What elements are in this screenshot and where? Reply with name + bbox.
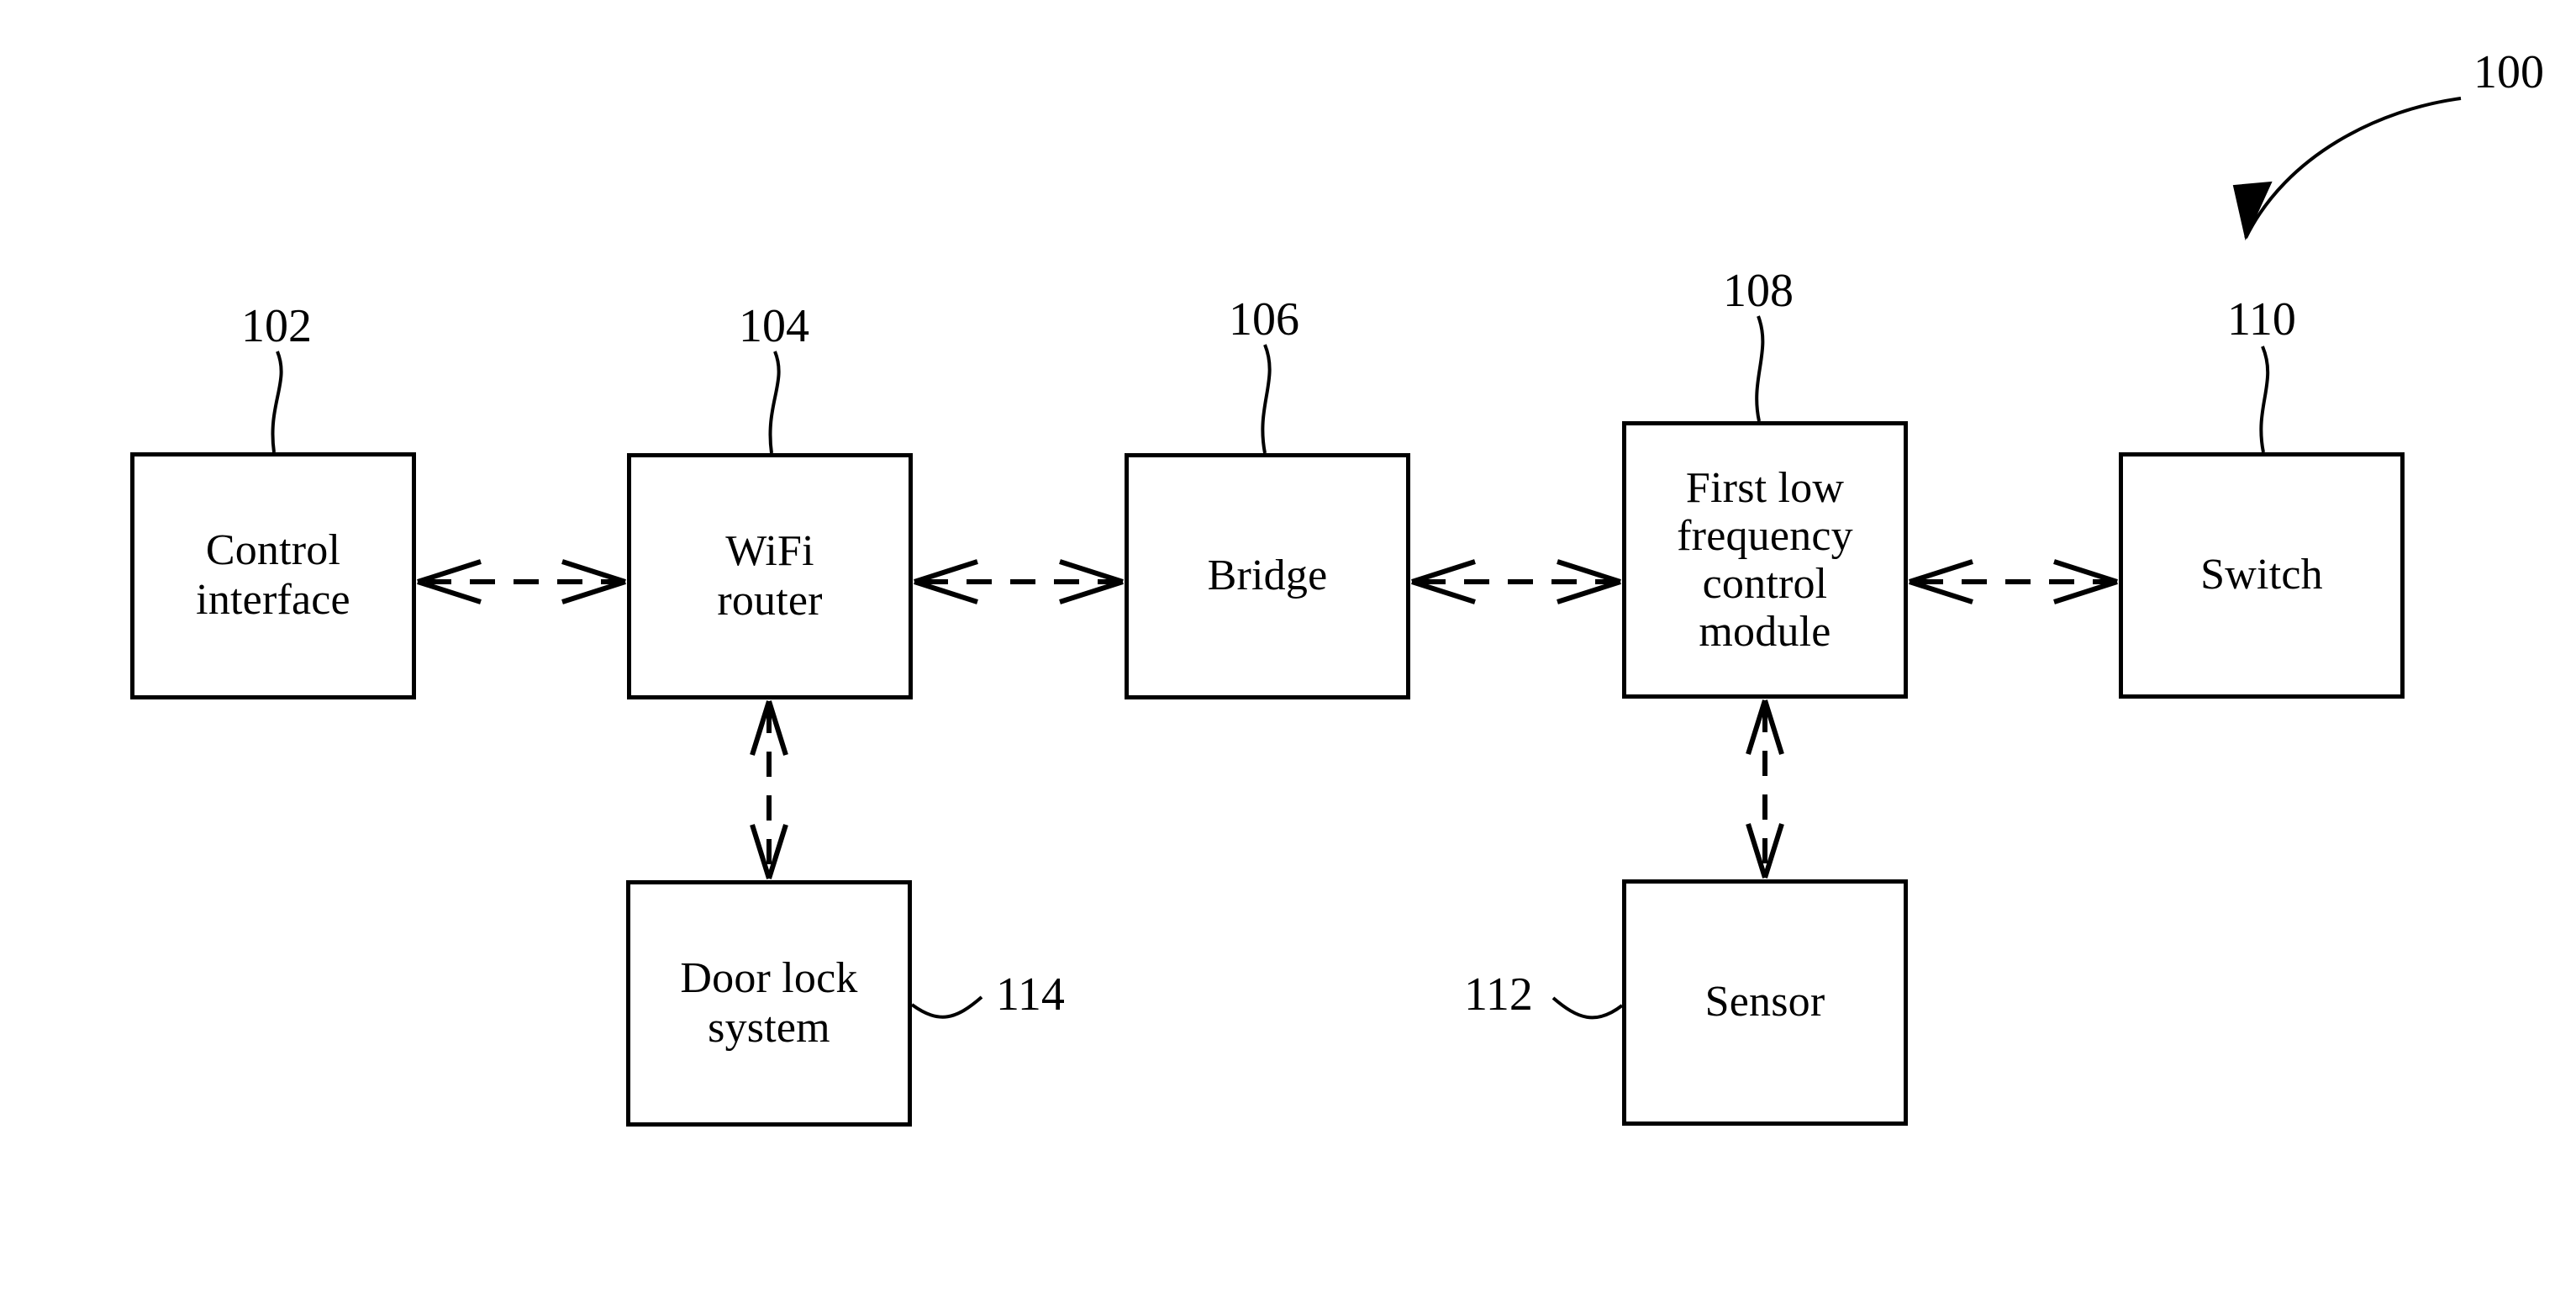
- connector-wifi-router-bridge: [914, 559, 1124, 604]
- reference-label-106: 106: [1229, 293, 1299, 346]
- leader-106: [1261, 344, 1272, 454]
- reference-label-112: 112: [1464, 968, 1533, 1021]
- connector-wifi-router-door-lock-system: [750, 700, 788, 879]
- leader-104: [768, 351, 781, 454]
- leader-102: [271, 351, 283, 453]
- figure-canvas: Control interface WiFi router Bridge Fir…: [0, 0, 2576, 1293]
- reference-label-110: 110: [2227, 293, 2296, 346]
- reference-label-108: 108: [1723, 265, 1794, 317]
- reference-label-104: 104: [739, 300, 809, 352]
- connector-control-interface-wifi-router: [417, 559, 626, 604]
- leader-100: [2232, 97, 2462, 241]
- connector-bridge-first-low-frequency-control-module: [1411, 559, 1621, 604]
- reference-label-102: 102: [241, 300, 312, 352]
- connector-first-low-frequency-control-module-sensor: [1746, 699, 1784, 879]
- node-switch[interactable]: Switch: [2119, 452, 2405, 699]
- leader-112: [1551, 996, 1624, 1020]
- reference-label-100: 100: [2473, 46, 2544, 98]
- node-first-low-frequency-control-module[interactable]: First low frequency control module: [1622, 421, 1908, 699]
- node-label-sensor: Sensor: [1704, 978, 1825, 1026]
- node-door-lock-system[interactable]: Door lock system: [626, 880, 912, 1127]
- leader-114: [910, 995, 983, 1019]
- node-label-control-interface: Control interface: [196, 526, 350, 624]
- node-control-interface[interactable]: Control interface: [130, 452, 416, 699]
- node-sensor[interactable]: Sensor: [1622, 879, 1908, 1126]
- node-label-first-low-frequency-control-module: First low frequency control module: [1677, 463, 1853, 657]
- node-label-switch: Switch: [2200, 551, 2323, 599]
- node-label-bridge: Bridge: [1207, 552, 1328, 600]
- node-label-door-lock-system: Door lock system: [680, 953, 858, 1052]
- leader-110: [2259, 346, 2270, 453]
- leader-108: [1755, 315, 1765, 422]
- node-label-wifi-router: WiFi router: [717, 526, 823, 625]
- reference-label-114: 114: [996, 968, 1065, 1021]
- node-wifi-router[interactable]: WiFi router: [627, 453, 913, 699]
- connector-first-low-frequency-control-module-switch: [1909, 559, 2118, 604]
- node-bridge[interactable]: Bridge: [1125, 453, 1410, 699]
